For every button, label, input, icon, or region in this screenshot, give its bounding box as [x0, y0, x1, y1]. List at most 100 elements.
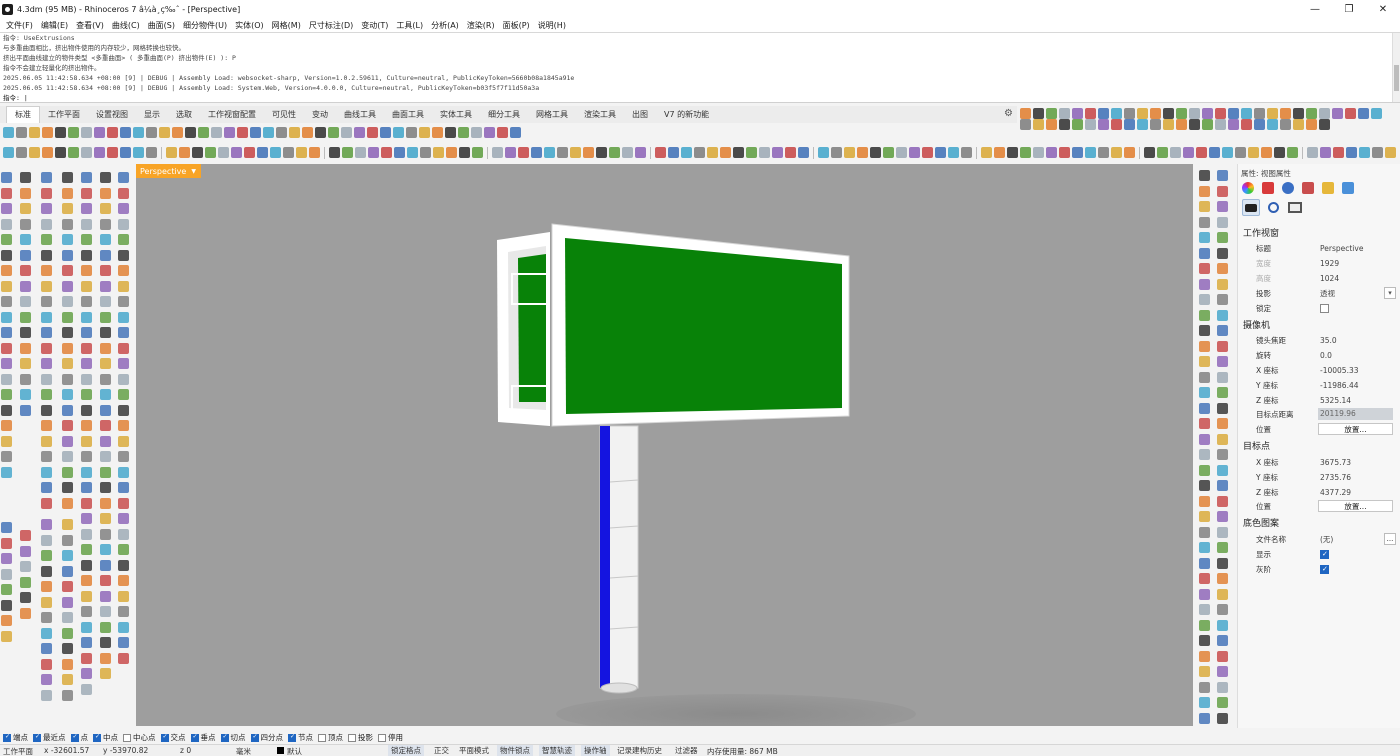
toolbar-tool-icon[interactable] [720, 147, 731, 158]
tool-icon[interactable] [100, 172, 111, 183]
tool-icon[interactable] [118, 637, 129, 648]
maximize-button[interactable]: ❐ [1332, 0, 1366, 18]
tool-icon[interactable] [1217, 619, 1228, 631]
toolbar-tool-icon[interactable] [146, 126, 157, 138]
command-tool-icon[interactable] [1267, 108, 1278, 119]
tool-icon[interactable] [1217, 635, 1228, 646]
tool-icon[interactable] [1199, 325, 1210, 336]
tool-icon[interactable] [62, 404, 73, 416]
tool-icon[interactable] [1217, 232, 1228, 243]
toolbar-tool-icon[interactable] [433, 147, 444, 158]
osnap-option[interactable]: 中点 [93, 732, 118, 743]
material-icon[interactable] [1242, 182, 1254, 194]
toolbar-tool-icon[interactable] [622, 147, 633, 158]
toolbar-tool-icon[interactable] [818, 147, 829, 158]
toolbar-tool-icon[interactable] [1235, 147, 1246, 158]
toolbar-tool-icon[interactable] [505, 147, 516, 158]
target-place-button[interactable]: 放置... [1318, 500, 1393, 512]
tool-icon[interactable] [20, 404, 31, 416]
tool-icon[interactable] [41, 497, 52, 509]
toolbar-tool-icon[interactable] [81, 147, 92, 158]
tool-icon[interactable] [1, 280, 12, 292]
tool-icon[interactable] [1217, 573, 1228, 584]
toolbar-tool-icon[interactable] [497, 126, 508, 138]
tool-icon[interactable] [41, 612, 52, 623]
folder-icon[interactable] [1322, 182, 1334, 194]
tool-icon[interactable] [62, 534, 73, 546]
tool-icon[interactable] [20, 545, 31, 557]
toolbar-tool-icon[interactable] [1098, 147, 1109, 158]
tool-icon[interactable] [1217, 480, 1228, 491]
command-tool-icon[interactable] [1254, 108, 1265, 119]
tool-icon[interactable] [62, 519, 73, 530]
osnap-checkbox[interactable] [160, 733, 169, 742]
command-tool-icon[interactable] [1020, 108, 1031, 119]
toolbar-tool-icon[interactable] [42, 126, 53, 138]
camera-icon[interactable] [1242, 199, 1260, 216]
toolbar-tool-icon[interactable] [107, 147, 118, 158]
tool-icon[interactable] [100, 528, 111, 540]
command-tool-icon[interactable] [1267, 119, 1278, 130]
osnap-toggle[interactable]: 物件锁点 [497, 745, 533, 756]
tool-icon[interactable] [1199, 185, 1210, 197]
tool-icon[interactable] [1199, 526, 1210, 538]
command-tool-icon[interactable] [1098, 108, 1109, 119]
toolbar-tool-icon[interactable] [133, 126, 144, 138]
osnap-checkbox[interactable] [348, 733, 356, 742]
tool-icon[interactable] [118, 296, 129, 307]
tool-icon[interactable] [81, 621, 92, 633]
command-tool-icon[interactable] [1046, 119, 1057, 130]
toolbar-tool-icon[interactable] [29, 126, 40, 138]
command-tool-icon[interactable] [1189, 119, 1200, 130]
toolbar-tool-icon[interactable] [257, 147, 268, 158]
toolbar-tool-icon[interactable] [694, 147, 705, 158]
toolbar-tool-icon[interactable] [870, 147, 881, 158]
command-tool-icon[interactable] [1150, 119, 1161, 130]
target-distance-value[interactable]: 20119.96 [1318, 408, 1393, 420]
tool-icon[interactable] [1199, 232, 1210, 243]
tool-icon[interactable] [1199, 573, 1210, 584]
tool-icon[interactable] [118, 435, 129, 447]
tool-icon[interactable] [20, 342, 31, 354]
perspective-viewport[interactable] [136, 164, 1193, 726]
toolbar-tool-icon[interactable] [179, 147, 190, 158]
tool-icon[interactable] [41, 565, 52, 577]
tool-icon[interactable] [81, 280, 92, 292]
camera-place-button[interactable]: 放置... [1318, 423, 1393, 435]
toolbar-tool-icon[interactable] [1144, 147, 1155, 158]
tool-icon[interactable] [100, 513, 111, 524]
tool-icon[interactable] [1217, 185, 1228, 197]
toolbar-tool-icon[interactable] [237, 126, 248, 138]
tool-icon[interactable] [62, 249, 73, 261]
tool-icon[interactable] [81, 544, 92, 555]
tool-icon[interactable] [20, 561, 31, 572]
tool-icon[interactable] [118, 249, 129, 261]
tool-icon[interactable] [62, 643, 73, 654]
tool-icon[interactable] [81, 187, 92, 199]
command-tool-icon[interactable] [1254, 119, 1265, 130]
toolbar-tool-icon[interactable] [759, 147, 770, 158]
command-tool-icon[interactable] [1111, 108, 1122, 119]
tool-icon[interactable] [118, 373, 129, 385]
tool-icon[interactable] [118, 575, 129, 586]
command-tool-icon[interactable] [1228, 108, 1239, 119]
tool-icon[interactable] [118, 358, 129, 369]
tool-icon[interactable] [100, 218, 111, 230]
planar-toggle[interactable]: 平面模式 [456, 745, 492, 756]
toolbar-tool-icon[interactable] [1320, 147, 1331, 158]
toolbar-tool-icon[interactable] [883, 147, 894, 158]
tab-drafting[interactable]: 出图 [624, 107, 656, 123]
tool-icon[interactable] [62, 581, 73, 592]
tool-icon[interactable] [20, 311, 31, 323]
toolbar-tool-icon[interactable] [94, 126, 105, 138]
tool-icon[interactable] [41, 249, 52, 261]
tab-solid-tools[interactable]: 实体工具 [432, 107, 480, 123]
history-toggle[interactable]: 记录建构历史 [614, 745, 665, 756]
tab-select[interactable]: 选取 [168, 107, 200, 123]
osnap-checkbox[interactable] [378, 733, 386, 742]
tool-icon[interactable] [81, 683, 92, 695]
command-tool-icon[interactable] [1202, 108, 1213, 119]
tool-icon[interactable] [100, 420, 111, 431]
menu-surface[interactable]: 曲面(S) [144, 20, 179, 31]
tool-icon[interactable] [1199, 371, 1210, 383]
